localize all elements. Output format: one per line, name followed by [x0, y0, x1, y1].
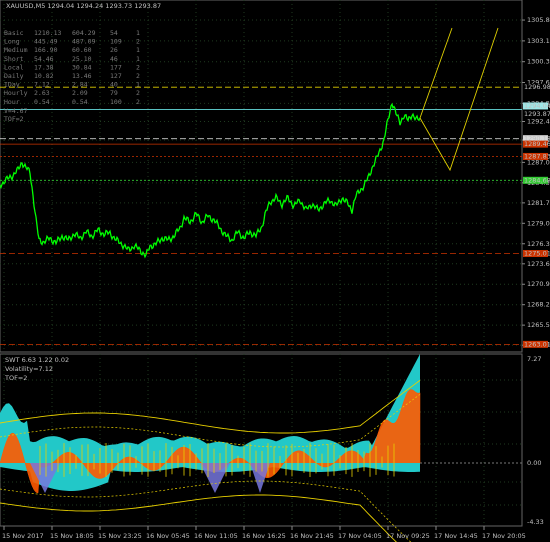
time-tick-label: 16 Nov 21:45 [290, 532, 334, 540]
stats-cell: 2 [136, 38, 140, 46]
time-tick-label: 16 Nov 05:45 [146, 532, 190, 540]
price-tick-label: 1268.25 [527, 301, 550, 309]
stats-cell: 109 [110, 38, 122, 46]
stats-cell: 25.10 [72, 55, 92, 63]
time-tick-label: 17 Nov 14:45 [434, 532, 478, 540]
price-tag-label: 1294.04 [524, 102, 550, 110]
stats-cell: 487.09 [72, 38, 96, 46]
time-tick-label: 16 Nov 11:05 [194, 532, 238, 540]
stats-cell: 1210.13 [34, 29, 61, 37]
price-tick-label: 1279.00 [527, 219, 550, 227]
stats-cell: 127 [110, 72, 122, 80]
stats-cell: Daily [4, 72, 24, 80]
stats-cell: 13.46 [72, 72, 92, 80]
price-tag-label: 1287.83 [524, 152, 550, 160]
stats-cell: 2.63 [34, 89, 50, 97]
stats-cell: IDay [4, 81, 20, 89]
stats-cell: 166.90 [34, 46, 58, 54]
time-tick-label: 17 Nov 20:05 [482, 532, 526, 540]
stats-cell: 2 [136, 89, 140, 97]
stats-cell: 54.46 [34, 55, 54, 63]
price-tick-label: 1292.45 [527, 117, 550, 125]
stats-cell: 604.29 [72, 29, 96, 37]
price-tag-label: 1284.68 [524, 176, 550, 184]
price-tag-label: 1296.98 [524, 83, 550, 91]
price-tag-label: 1293.87 [524, 110, 550, 118]
time-tick-label: 17 Nov 04:05 [338, 532, 382, 540]
time-axis: 15 Nov 2017 15 Nov 18:05 15 Nov 23:25 16 No… [2, 526, 526, 540]
stats-cell: 2 [136, 72, 140, 80]
stats-cell: 30.84 [72, 63, 92, 71]
stats-cell: 0.54 [72, 98, 88, 106]
stats-cell: 1 [136, 55, 140, 63]
stats-cell: 2 [136, 98, 140, 106]
indicator-tof: TOF=2 [4, 374, 27, 382]
stats-cell: Basic [4, 29, 24, 37]
indicator-tick-label: 0.00 [527, 459, 541, 467]
tof-label: TOF=2 [4, 115, 24, 123]
price-tick-label: 1265.55 [527, 321, 550, 329]
stats-cell: Hourly [4, 89, 28, 97]
price-tag-label: 1289.46 [524, 140, 550, 148]
stats-cell: 1 [136, 29, 140, 37]
indicator-tick-label: 7.27 [527, 355, 541, 363]
time-tick-label: 16 Nov 16:25 [242, 532, 286, 540]
indicator-volatility: Volatility=7.12 [5, 365, 53, 373]
stats-cell: 40 [110, 81, 118, 89]
price-tick-label: 1273.65 [527, 260, 550, 268]
stats-cell: 10.82 [34, 72, 54, 80]
stats-cell: 1 [136, 46, 140, 54]
stats-cell: 445.49 [34, 38, 58, 46]
price-tag-label: 1275.01 [524, 250, 550, 258]
v-label: V=4.67 [4, 107, 28, 115]
time-tick-label: 17 Nov 09:25 [386, 532, 430, 540]
stats-cell: Hour [4, 98, 20, 106]
price-tick-label: 1300.35 [527, 58, 550, 66]
stats-cell: Short [4, 55, 24, 63]
time-tick-label: 15 Nov 18:05 [50, 532, 94, 540]
price-tick-label: 1270.95 [527, 280, 550, 288]
stats-cell: 1 [136, 81, 140, 89]
time-tick-label: 15 Nov 23:25 [98, 532, 142, 540]
stats-cell: Long [4, 38, 20, 46]
window-title: XAUUSD,M5 1294.04 1294.24 1293.73 1293.8… [6, 2, 161, 10]
stats-cell: 2 [136, 63, 140, 71]
stats-cell: 26 [110, 46, 118, 54]
chart-window[interactable]: XAUUSD,M5 1294.04 1294.24 1293.73 1293.8… [0, 0, 550, 542]
price-tick-label: 1281.70 [527, 199, 550, 207]
indicator-title: SWT 6.63 1.22 0.02 [5, 356, 69, 364]
stats-cell: 54 [110, 29, 118, 37]
stats-cell: 2.84 [72, 81, 88, 89]
stats-cell: 2.09 [72, 89, 88, 97]
price-tick-label: 1276.30 [527, 240, 550, 248]
stats-cell: Local [4, 63, 24, 71]
stats-cell: 177 [110, 63, 122, 71]
stats-cell: 0.54 [34, 98, 50, 106]
time-tick-label: 15 Nov 2017 [2, 532, 44, 540]
indicator-axis: 7.27 0.00 -4.33 [527, 355, 544, 526]
price-tag-label: 1263.01 [524, 340, 550, 348]
price-tick-label: 1303.10 [527, 37, 550, 45]
price-tick-label: 1305.85 [527, 16, 550, 24]
stats-cell: 7.12 [34, 81, 50, 89]
stats-cell: Medium [4, 46, 28, 54]
stats-cell: 79 [110, 89, 118, 97]
stats-cell: 17.38 [34, 63, 54, 71]
stats-cell: 100 [110, 98, 122, 106]
indicator-tick-label: -4.33 [527, 518, 544, 526]
stats-cell: 60.60 [72, 46, 92, 54]
stats-cell: 46 [110, 55, 118, 63]
